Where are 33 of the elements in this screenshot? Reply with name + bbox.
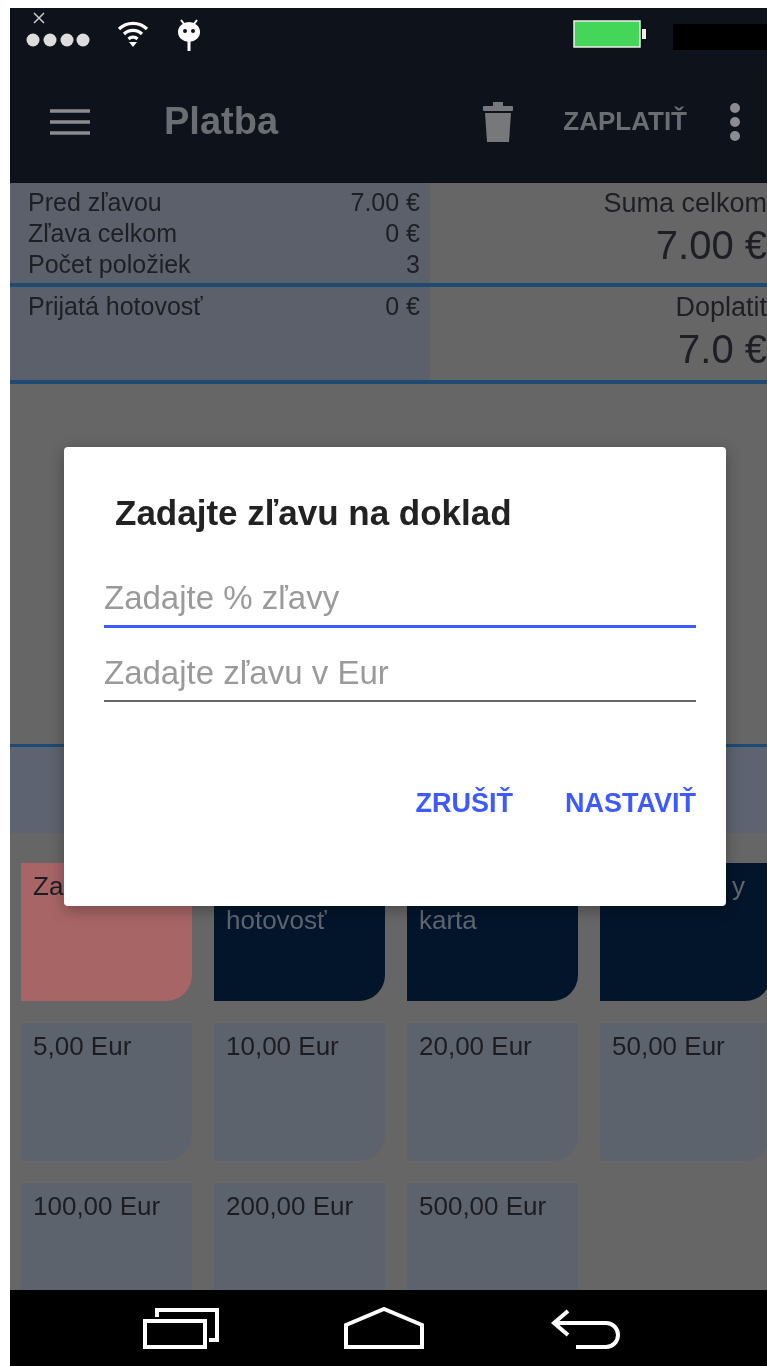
summary-label: Počet položiek <box>28 249 191 280</box>
wifi-icon <box>117 20 149 48</box>
trash-icon[interactable] <box>483 101 514 142</box>
summary-label: Zľava celkom <box>28 218 177 249</box>
amount-button[interactable]: 100,00 Eur <box>21 1183 192 1290</box>
total-label: Suma celkom <box>603 187 767 220</box>
summary-label: Prijatá hotovosť <box>28 291 203 322</box>
more-icon[interactable] <box>729 101 741 142</box>
summary-value: 0 € <box>385 218 420 249</box>
pay-button[interactable]: ZAPLATIŤ <box>563 98 687 145</box>
recents-icon[interactable] <box>142 1307 219 1349</box>
dialog-title: Zadajte zľavu na doklad <box>115 493 513 533</box>
home-icon[interactable] <box>344 1307 425 1349</box>
amount-button[interactable]: 10,00 Eur <box>214 1023 385 1161</box>
amount-button[interactable]: 5,00 Eur <box>21 1023 192 1161</box>
close-icon <box>32 11 46 25</box>
due-value: 7.0 € <box>678 327 767 371</box>
amount-button[interactable]: 20,00 Eur <box>407 1023 578 1161</box>
menu-icon[interactable] <box>50 107 90 136</box>
signal-icon <box>25 32 91 48</box>
summary-value: 3 <box>406 249 420 280</box>
amount-button[interactable]: 500,00 Eur <box>407 1183 578 1290</box>
dialog-button[interactable]: ZRUŠIŤ <box>415 782 513 825</box>
summary-value: 7.00 € <box>350 187 420 218</box>
amount-button[interactable]: 50,00 Eur <box>600 1023 767 1161</box>
total-value: 7.00 € <box>655 223 767 267</box>
due-label: Doplatit <box>675 291 767 324</box>
amount-button[interactable]: 200,00 Eur <box>214 1183 385 1290</box>
summary-value: 0 € <box>385 291 420 322</box>
screen-title: Platba <box>164 100 279 143</box>
battery-icon <box>573 19 647 49</box>
summary-label: Pred zľavou <box>28 187 162 218</box>
dialog-button[interactable]: NASTAVIŤ <box>565 782 696 825</box>
